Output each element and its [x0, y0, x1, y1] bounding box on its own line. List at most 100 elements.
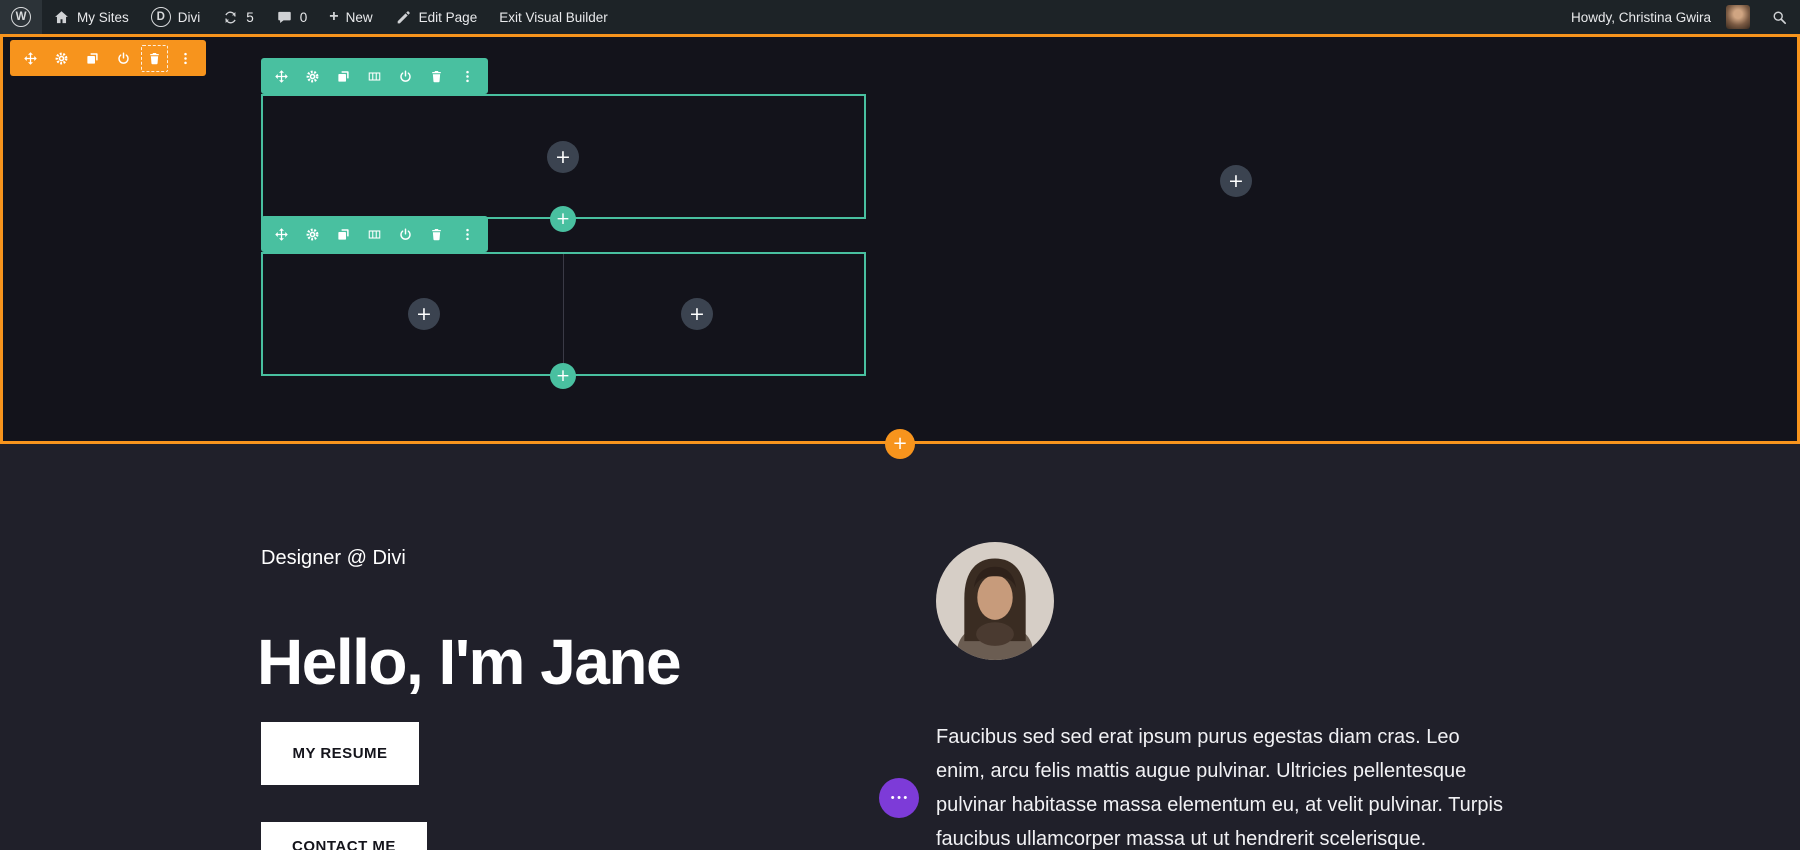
- duplicate-icon: [85, 51, 100, 66]
- new-content-menu[interactable]: + New: [318, 0, 383, 34]
- howdy-label: Howdy, Christina Gwira: [1571, 10, 1711, 25]
- edit-page-menu[interactable]: Edit Page: [384, 0, 489, 34]
- row2-duplicate-button[interactable]: [330, 221, 357, 248]
- row2-toolbar: [261, 216, 488, 252]
- move-icon: [274, 227, 289, 242]
- new-label: New: [346, 10, 373, 25]
- hero-heading[interactable]: Hello, I'm Jane: [257, 627, 680, 697]
- row2-col1-add-module-button[interactable]: +: [408, 298, 440, 330]
- contact-me-label: CONTACT ME: [292, 838, 396, 850]
- my-resume-button[interactable]: MY RESUME: [261, 722, 419, 785]
- add-section-button[interactable]: +: [885, 429, 915, 459]
- plus-icon: +: [555, 148, 571, 167]
- row2-more-options-button[interactable]: [454, 221, 481, 248]
- profile-photo[interactable]: [936, 542, 1054, 660]
- my-sites-icon: [53, 9, 70, 26]
- section-delete-button[interactable]: [141, 45, 168, 72]
- plus-icon: +: [556, 368, 570, 385]
- hero-subtitle[interactable]: Designer @ Divi: [261, 547, 406, 570]
- my-sites-menu[interactable]: My Sites: [42, 0, 140, 34]
- duplicate-icon: [336, 227, 351, 242]
- row1-structure-button[interactable]: [361, 63, 388, 90]
- section-duplicate-button[interactable]: [79, 45, 106, 72]
- duplicate-icon: [336, 69, 351, 84]
- more-dots-icon: [460, 227, 475, 242]
- admin-search-button[interactable]: [1765, 0, 1800, 34]
- page-settings-button[interactable]: •••: [879, 778, 919, 818]
- divi-visual-builder-screen: W My Sites D Divi 5 0 + New: [0, 0, 1800, 850]
- move-icon: [23, 51, 38, 66]
- section-save-button[interactable]: [110, 45, 137, 72]
- save-icon: [398, 69, 413, 84]
- about-paragraph[interactable]: Faucibus sed sed erat ipsum purus egesta…: [936, 720, 1514, 850]
- plus-icon: +: [1228, 172, 1244, 191]
- trash-icon: [429, 227, 444, 242]
- wp-logo-menu[interactable]: W: [0, 0, 42, 34]
- my-sites-label: My Sites: [77, 10, 129, 25]
- admin-bar-left: W My Sites D Divi 5 0 + New: [0, 0, 619, 34]
- wp-admin-bar: W My Sites D Divi 5 0 + New: [0, 0, 1800, 34]
- row1-more-options-button[interactable]: [454, 63, 481, 90]
- section-toolbar: [10, 40, 206, 76]
- search-icon: [1771, 9, 1788, 26]
- admin-bar-right: Howdy, Christina Gwira: [1560, 0, 1800, 34]
- row2-move-button[interactable]: [268, 221, 295, 248]
- gear-icon: [54, 51, 69, 66]
- plus-icon: +: [556, 211, 570, 228]
- updates-icon: [222, 9, 239, 26]
- add-row-after-row2-button[interactable]: +: [550, 363, 576, 389]
- section-move-button[interactable]: [17, 45, 44, 72]
- updates-count: 5: [246, 10, 254, 25]
- row1-add-module-button[interactable]: +: [547, 141, 579, 173]
- divi-icon: D: [151, 7, 171, 27]
- divi-site-menu[interactable]: D Divi: [140, 0, 212, 34]
- new-plus-icon: +: [329, 9, 338, 25]
- section-more-options-button[interactable]: [172, 45, 199, 72]
- edit-page-label: Edit Page: [419, 10, 478, 25]
- gear-icon: [305, 69, 320, 84]
- comments-icon: [276, 9, 293, 26]
- trash-icon: [429, 69, 444, 84]
- exit-visual-builder-label: Exit Visual Builder: [499, 10, 608, 25]
- add-row-after-row1-button[interactable]: +: [550, 206, 576, 232]
- updates-menu[interactable]: 5: [211, 0, 265, 34]
- my-resume-label: MY RESUME: [292, 745, 387, 762]
- save-icon: [116, 51, 131, 66]
- save-icon: [398, 227, 413, 242]
- account-menu[interactable]: Howdy, Christina Gwira: [1560, 0, 1765, 34]
- exit-visual-builder-link[interactable]: Exit Visual Builder: [488, 0, 619, 34]
- section-right-add-module-button[interactable]: +: [1220, 165, 1252, 197]
- row1-toolbar: [261, 58, 488, 94]
- comments-menu[interactable]: 0: [265, 0, 319, 34]
- row2-structure-button[interactable]: [361, 221, 388, 248]
- row1-delete-button[interactable]: [423, 63, 450, 90]
- comments-count: 0: [300, 10, 308, 25]
- more-dots-icon: [460, 69, 475, 84]
- plus-icon: +: [416, 305, 432, 324]
- row1-save-button[interactable]: [392, 63, 419, 90]
- columns-grid-icon: [367, 69, 382, 84]
- row2-save-button[interactable]: [392, 221, 419, 248]
- edit-pencil-icon: [395, 9, 412, 26]
- section-settings-button[interactable]: [48, 45, 75, 72]
- portrait-image: [936, 542, 1054, 660]
- row1-duplicate-button[interactable]: [330, 63, 357, 90]
- row2-settings-button[interactable]: [299, 221, 326, 248]
- row2-col2-add-module-button[interactable]: +: [681, 298, 713, 330]
- gear-icon: [305, 227, 320, 242]
- contact-me-button[interactable]: CONTACT ME: [261, 822, 427, 850]
- columns-grid-icon: [367, 227, 382, 242]
- row2-delete-button[interactable]: [423, 221, 450, 248]
- trash-icon: [147, 51, 162, 66]
- more-dots-icon: [178, 51, 193, 66]
- row1-settings-button[interactable]: [299, 63, 326, 90]
- move-icon: [274, 69, 289, 84]
- plus-icon: +: [689, 305, 705, 324]
- row1-move-button[interactable]: [268, 63, 295, 90]
- row2-column-divider: [563, 254, 564, 374]
- ellipsis-icon: •••: [888, 792, 910, 804]
- user-avatar: [1726, 5, 1750, 29]
- plus-icon: +: [892, 435, 907, 453]
- wordpress-icon: W: [11, 7, 31, 27]
- divi-site-label: Divi: [178, 10, 201, 25]
